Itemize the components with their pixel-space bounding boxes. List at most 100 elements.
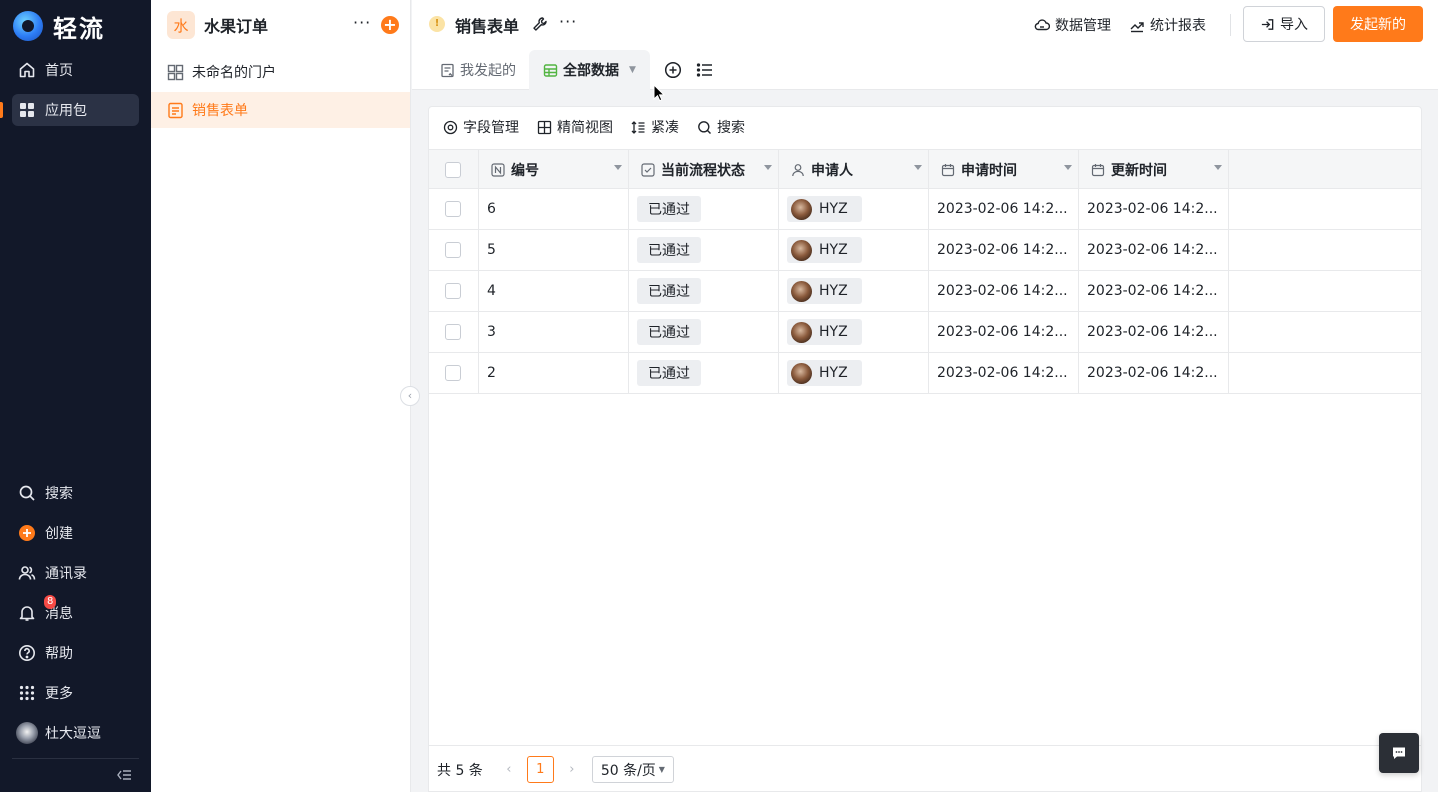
my-form-icon xyxy=(441,63,454,77)
applicant-tag[interactable]: HYZ xyxy=(787,278,862,304)
applicant-tag[interactable]: HYZ xyxy=(787,360,862,386)
package-title: 水果订单 xyxy=(204,17,269,36)
column-menu-icon[interactable] xyxy=(764,165,772,170)
reports-label: 统计报表 xyxy=(1150,18,1206,34)
select-all-checkbox[interactable] xyxy=(445,161,461,178)
cell-applied-at: 2023-02-06 14:2... xyxy=(929,271,1079,311)
add-view-icon[interactable] xyxy=(664,61,682,79)
view-list-icon[interactable] xyxy=(696,61,714,79)
column-menu-icon[interactable] xyxy=(1064,165,1072,170)
applicant-tag[interactable]: HYZ xyxy=(787,319,862,345)
nav-item-home[interactable]: 首页 xyxy=(12,54,139,86)
column-header-applied-at[interactable]: 申请时间 xyxy=(929,150,1079,189)
column-header-applicant[interactable]: 申请人 xyxy=(779,150,929,189)
applicant-tag[interactable]: HYZ xyxy=(787,237,862,263)
sidebar-item-sales-form[interactable]: 销售表单 xyxy=(151,92,410,128)
applicant-avatar xyxy=(791,280,812,302)
search-icon xyxy=(18,484,36,502)
reports-link[interactable]: 统计报表 xyxy=(1129,15,1206,35)
import-button[interactable]: 导入 xyxy=(1243,6,1325,42)
logo-mark-icon xyxy=(13,11,43,41)
tab-my-started[interactable]: 我发起的 xyxy=(440,50,516,90)
cell-id: 3 xyxy=(479,312,629,352)
user-avatar xyxy=(16,722,38,744)
nav-item-search[interactable]: 搜索 xyxy=(12,477,139,509)
table-row[interactable]: 3 已通过 HYZ 2023-02-06 14:2... 2023-02-06 … xyxy=(429,312,1421,353)
tool-label: 字段管理 xyxy=(463,120,519,136)
column-header-id[interactable]: 编号 xyxy=(479,150,629,189)
nav-item-contacts[interactable]: 通讯录 xyxy=(12,557,139,589)
sidebar-item-portal[interactable]: 未命名的门户 xyxy=(151,54,410,90)
nav-item-label: 通讯录 xyxy=(45,566,87,582)
main-nav: 轻流 首页 应用包 搜索 创建 通讯录 8 消息 帮助 更多 杜大逗逗 xyxy=(0,0,151,792)
sidebar-item-label: 未命名的门户 xyxy=(192,65,276,81)
column-header-status[interactable]: 当前流程状态 xyxy=(629,150,779,189)
sidebar-collapse-button[interactable]: ‹ xyxy=(400,386,420,406)
table-row[interactable]: 2 已通过 HYZ 2023-02-06 14:2... 2023-02-06 … xyxy=(429,353,1421,394)
row-checkbox[interactable] xyxy=(445,324,461,340)
nav-item-label: 应用包 xyxy=(45,103,87,119)
table-search-button[interactable]: 搜索 xyxy=(697,117,745,137)
table-row[interactable]: 5 已通过 HYZ 2023-02-06 14:2... 2023-02-06 … xyxy=(429,230,1421,271)
new-submit-button[interactable]: 发起新的 xyxy=(1333,6,1423,42)
nav-item-more[interactable]: 更多 xyxy=(12,677,139,709)
nav-item-apps[interactable]: 应用包 xyxy=(12,94,139,126)
cell-status: 已通过 xyxy=(629,271,779,311)
package-icon: 水 xyxy=(167,11,195,39)
applicant-avatar xyxy=(791,321,812,343)
row-select-cell xyxy=(429,353,479,393)
select-all-cell xyxy=(429,150,479,189)
column-menu-icon[interactable] xyxy=(614,165,622,170)
nav-user-profile[interactable]: 杜大逗逗 xyxy=(12,717,139,749)
cell-applied-at: 2023-02-06 14:2... xyxy=(929,189,1079,229)
cell-updated-at: 2023-02-06 14:2... xyxy=(1079,271,1229,311)
simple-view-button[interactable]: 精简视图 xyxy=(537,117,613,137)
column-menu-icon[interactable] xyxy=(1214,165,1222,170)
page-number-current[interactable]: 1 xyxy=(526,756,554,783)
data-manage-link[interactable]: 数据管理 xyxy=(1034,15,1111,35)
nav-item-help[interactable]: 帮助 xyxy=(12,637,139,669)
row-select-cell xyxy=(429,271,479,311)
applicant-name: HYZ xyxy=(819,365,848,381)
tab-all-data[interactable]: 全部数据 ▼ xyxy=(529,50,650,90)
app-logo[interactable]: 轻流 xyxy=(13,10,105,43)
status-badge: 已通过 xyxy=(637,196,701,222)
column-label: 当前流程状态 xyxy=(661,162,745,179)
row-checkbox[interactable] xyxy=(445,242,461,258)
row-checkbox[interactable] xyxy=(445,201,461,217)
form-status-icon: ! xyxy=(429,16,445,32)
tool-label: 精简视图 xyxy=(557,120,613,136)
table-row[interactable]: 4 已通过 HYZ 2023-02-06 14:2... 2023-02-06 … xyxy=(429,271,1421,312)
package-add-icon[interactable]: + xyxy=(381,16,399,34)
package-more-icon[interactable]: ··· xyxy=(353,15,371,34)
cell-updated-at: 2023-02-06 14:2... xyxy=(1079,230,1229,270)
cell-applicant: HYZ xyxy=(779,230,929,270)
field-settings-icon xyxy=(443,120,458,134)
prev-page-icon[interactable]: ‹ xyxy=(499,762,519,777)
page-size-select[interactable]: 50 条/页 ▼ xyxy=(591,756,674,783)
column-label: 编号 xyxy=(511,162,539,179)
row-checkbox[interactable] xyxy=(445,283,461,299)
row-checkbox[interactable] xyxy=(445,365,461,381)
tool-label: 紧凑 xyxy=(651,120,679,136)
next-page-icon[interactable]: › xyxy=(562,762,582,777)
table-row[interactable]: 6 已通过 HYZ 2023-02-06 14:2... 2023-02-06 … xyxy=(429,189,1421,230)
field-manage-button[interactable]: 字段管理 xyxy=(443,117,519,137)
form-more-icon[interactable]: ··· xyxy=(559,12,577,31)
column-menu-icon[interactable] xyxy=(914,165,922,170)
applicant-tag[interactable]: HYZ xyxy=(787,196,862,222)
column-header-updated-at[interactable]: 更新时间 xyxy=(1079,150,1229,189)
nav-item-messages[interactable]: 8 消息 xyxy=(12,595,139,629)
tab-dropdown-icon[interactable]: ▼ xyxy=(629,65,636,75)
cell-applied-at: 2023-02-06 14:2... xyxy=(929,312,1079,352)
wrench-settings-icon[interactable] xyxy=(532,16,548,32)
collapse-nav-icon[interactable] xyxy=(115,766,133,784)
applicant-name: HYZ xyxy=(819,242,848,258)
chat-support-button[interactable] xyxy=(1379,733,1419,773)
nav-item-create[interactable]: 创建 xyxy=(12,517,139,549)
compact-button[interactable]: 紧凑 xyxy=(631,117,679,137)
search-icon xyxy=(698,120,711,134)
cell-applicant: HYZ xyxy=(779,353,929,393)
home-icon xyxy=(18,61,36,79)
contacts-icon xyxy=(18,564,36,582)
